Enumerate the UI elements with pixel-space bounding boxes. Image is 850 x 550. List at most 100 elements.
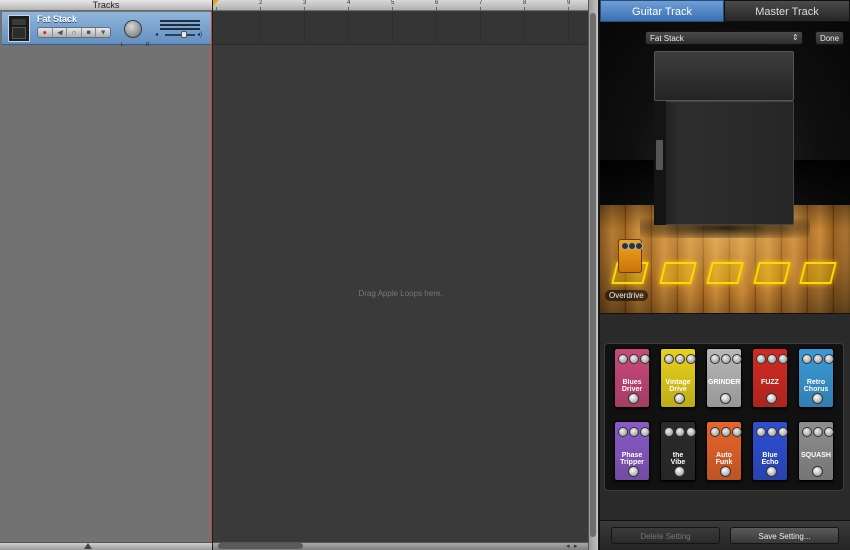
pedal-name: GRINDER (708, 379, 740, 386)
track-menu-button[interactable]: ▼ (96, 28, 110, 37)
pedal-knob (778, 427, 788, 437)
pedal-thumbnail[interactable]: Blues Driver (614, 348, 650, 408)
ruler-tick (436, 7, 437, 11)
pedal-knob (802, 427, 812, 437)
pedal-name: SQUASH (801, 452, 831, 459)
done-button[interactable]: Done (815, 31, 844, 45)
tab-master-track[interactable]: Master Track (724, 0, 850, 22)
footswitch-icon (720, 466, 731, 477)
pedal-thumbnail[interactable]: Blue Echo (752, 421, 788, 481)
pedal-name: Phase Tripper (620, 452, 644, 466)
lane-gridline (304, 12, 305, 45)
pedal-knob (675, 354, 685, 364)
pedal-knob (824, 354, 834, 364)
pedal-name: Vintage Drive (665, 379, 691, 393)
lock-icon: ■ (86, 29, 91, 36)
track-zoom-bar (0, 542, 212, 550)
playhead-marker[interactable] (213, 0, 219, 6)
pedal-knob (618, 427, 628, 437)
footswitch-icon (628, 393, 639, 404)
timeline-ruler[interactable] (213, 0, 588, 11)
scroll-left-icon[interactable]: ◂ (566, 542, 570, 550)
pedal-thumbnail[interactable]: Phase Tripper (614, 421, 650, 481)
ruler-tick (348, 7, 349, 11)
footswitch-icon (812, 393, 823, 404)
pedal-slot-5[interactable] (799, 262, 837, 284)
track-header-column (0, 0, 212, 550)
pedal-knob (813, 427, 823, 437)
amp-handle (656, 140, 663, 170)
pedal-thumbnail[interactable]: Retro Chorus (798, 348, 834, 408)
pedal-name: the Vibe (670, 452, 686, 466)
mute-button[interactable]: ◀ (53, 28, 68, 37)
volume-high-icon: ◂) (197, 32, 203, 38)
track-lane[interactable] (213, 12, 588, 45)
volume-low-icon: ◂ (155, 32, 159, 38)
pedal-knob (732, 354, 742, 364)
pedal-knob (721, 354, 731, 364)
ruler-tick (392, 7, 393, 11)
pedal-thumbnail[interactable]: the Vibe (660, 421, 696, 481)
level-meter (160, 20, 200, 22)
volume-slider[interactable] (165, 34, 195, 36)
save-setting-button[interactable]: Save Setting... (730, 527, 839, 544)
ruler-tick (260, 7, 261, 11)
lane-gridline (392, 12, 393, 45)
amp-cabinet[interactable] (654, 101, 794, 225)
pedal-slot-2[interactable] (659, 262, 697, 284)
pedal-knob (629, 354, 639, 364)
volume-slider-thumb[interactable] (181, 31, 187, 38)
tab-guitar-track[interactable]: Guitar Track (600, 0, 724, 22)
pedal-knob (640, 427, 650, 437)
pedal-thumbnail[interactable]: GRINDER (706, 348, 742, 408)
pedal-knob (756, 427, 766, 437)
zoom-slider-thumb[interactable] (84, 543, 92, 549)
footswitch-icon (674, 393, 685, 404)
scroll-right-icon[interactable]: ▸ (574, 542, 578, 550)
pedal-knob (824, 427, 834, 437)
preset-dropdown[interactable]: Fat Stack (645, 31, 803, 45)
amp-head[interactable] (654, 51, 794, 101)
pedal-name: Blues Driver (621, 379, 643, 393)
delete-setting-button[interactable]: Delete Setting (611, 527, 720, 544)
ruler-tick (216, 7, 217, 11)
timeline-area[interactable] (213, 0, 588, 550)
pedal-knob (710, 427, 720, 437)
tracks-header: Tracks (0, 0, 212, 11)
lane-gridline (436, 12, 437, 45)
overdrive-pedal[interactable] (618, 239, 643, 273)
chevron-down-icon: ▼ (99, 29, 107, 36)
pedal-knob (732, 427, 742, 437)
ruler-bar-number: 6 (435, 0, 439, 6)
pedal-name: FUZZ (761, 379, 779, 386)
pedal-thumbnail[interactable]: Vintage Drive (660, 348, 696, 408)
pedal-name: Retro Chorus (803, 379, 829, 393)
lock-button[interactable]: ■ (82, 28, 97, 37)
horizontal-scroll-thumb[interactable] (218, 543, 303, 549)
pedal-knob (675, 427, 685, 437)
pedal-thumbnail[interactable]: SQUASH (798, 421, 834, 481)
headphones-icon: ∩ (71, 29, 77, 36)
ruler-bar-number: 3 (303, 0, 307, 6)
pedal-name: Auto Funk (715, 452, 733, 466)
lane-gridline (480, 12, 481, 45)
ruler-bar-number: 9 (567, 0, 571, 6)
amp-track-icon (8, 15, 30, 42)
pedal-knob (664, 354, 674, 364)
pedal-slot-4[interactable] (753, 262, 791, 284)
pedal-knob (767, 427, 777, 437)
pedal-thumbnail[interactable]: FUZZ (752, 348, 788, 408)
pedal-thumbnail[interactable]: Auto Funk (706, 421, 742, 481)
pedal-knob[interactable] (635, 242, 643, 250)
lane-gridline (524, 12, 525, 45)
record-enable-button[interactable]: ● (38, 28, 53, 37)
pedal-knob (721, 427, 731, 437)
track-name: Fat Stack (37, 14, 78, 24)
pan-knob[interactable] (124, 20, 142, 38)
ruler-tick (568, 7, 569, 11)
solo-button[interactable]: ∩ (67, 28, 82, 37)
pedal-slot-3[interactable] (706, 262, 744, 284)
mute-icon: ◀ (56, 29, 63, 36)
vertical-scroll-thumb[interactable] (590, 13, 596, 537)
level-meter (160, 24, 200, 26)
